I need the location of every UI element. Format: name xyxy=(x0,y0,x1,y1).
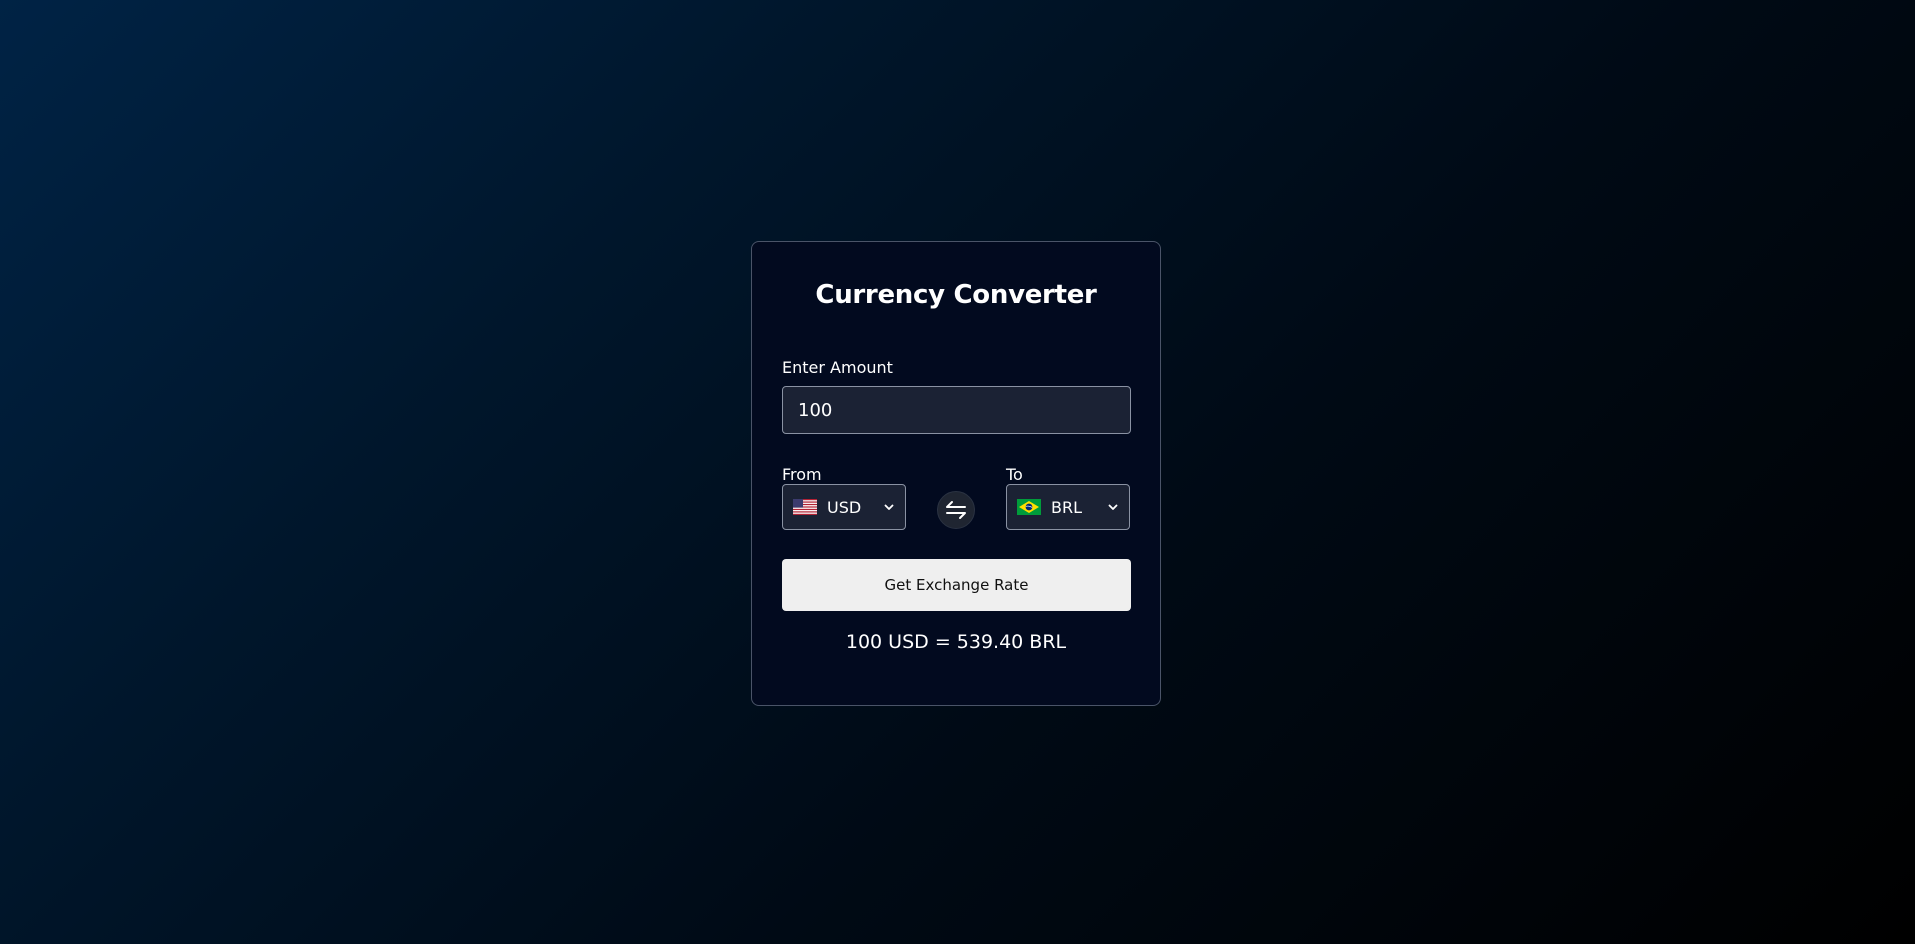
get-exchange-rate-button[interactable]: Get Exchange Rate xyxy=(782,559,1131,611)
to-currency-code: BRL xyxy=(1051,497,1083,517)
chevron-down-icon xyxy=(1108,504,1118,510)
from-label: From xyxy=(782,465,822,484)
from-currency-select[interactable]: USD xyxy=(782,484,906,530)
conversion-result: 100 USD = 539.40 BRL xyxy=(845,631,1067,653)
converter-card: Currency Converter Enter Amount From USD… xyxy=(751,241,1161,706)
page-title: Currency Converter xyxy=(815,280,1097,310)
us-flag-icon xyxy=(793,499,817,515)
to-currency-select[interactable]: BRL xyxy=(1006,484,1130,530)
brazil-flag-icon xyxy=(1017,499,1041,515)
swap-arrows-icon xyxy=(946,501,966,519)
swap-currencies-button[interactable] xyxy=(937,491,975,529)
from-currency-code: USD xyxy=(827,497,862,517)
amount-label: Enter Amount xyxy=(782,358,893,377)
to-label: To xyxy=(1006,465,1023,484)
amount-input[interactable] xyxy=(782,386,1131,434)
chevron-down-icon xyxy=(884,504,894,510)
